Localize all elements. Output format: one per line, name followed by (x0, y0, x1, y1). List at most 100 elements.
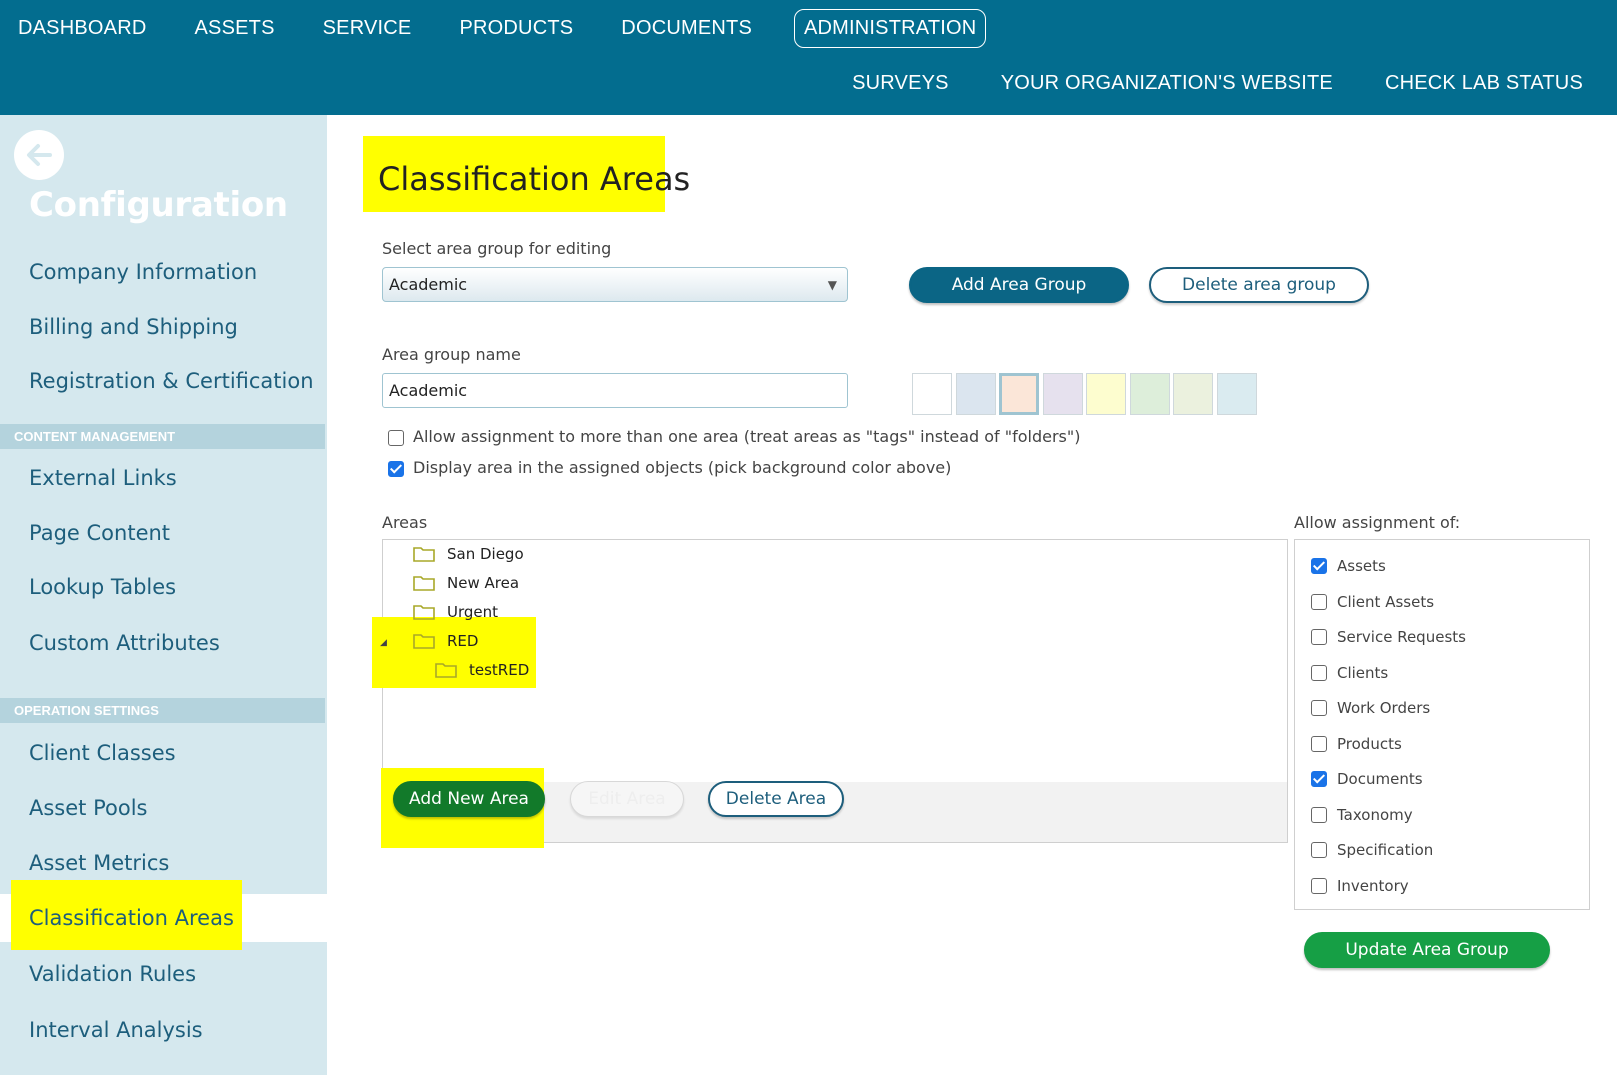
sidebar-item-classification-areas[interactable]: Classification Areas (29, 906, 234, 930)
allow-checkbox[interactable] (1311, 593, 1327, 610)
sidebar-item-validation-rules[interactable]: Validation Rules (0, 949, 327, 999)
allow-checkbox[interactable] (1311, 700, 1327, 716)
color-swatch[interactable] (1173, 373, 1213, 415)
sidebar-item-custom-attributes[interactable]: Custom Attributes (0, 618, 327, 668)
color-swatch[interactable] (1129, 373, 1170, 415)
allow-assignment-label: Allow assignment of: (1294, 513, 1461, 532)
allow-label: Clients (1337, 663, 1389, 682)
allow-label: Service Requests (1337, 628, 1466, 646)
color-swatch[interactable] (1216, 373, 1257, 415)
group-name-input[interactable]: Academic (382, 373, 848, 408)
nav-documents[interactable]: DOCUMENTS (597, 17, 776, 40)
configuration-sidebar: Configuration Company Information Billin… (0, 115, 327, 1075)
sidebar-item-client-classes[interactable]: Client Classes (0, 728, 327, 778)
sidebar-item-company-information[interactable]: Company Information (0, 247, 327, 297)
allow-checkbox[interactable] (1311, 629, 1327, 645)
allow-row-clients[interactable]: Clients (1311, 664, 1388, 682)
allow-label: Assets (1337, 557, 1386, 575)
folder-icon (435, 663, 457, 678)
sidebar-item-lookup-tables[interactable]: Lookup Tables (0, 562, 327, 612)
allow-row-client-assets[interactable]: Client Assets (1311, 593, 1434, 611)
area-group-select[interactable]: Academic ▼ (382, 267, 848, 302)
collapse-triangle-icon[interactable]: ◢ (380, 638, 387, 648)
allow-row-documents[interactable]: Documents (1311, 770, 1423, 788)
color-swatch[interactable] (912, 373, 952, 415)
select-group-label: Select area group for editing (382, 239, 612, 258)
display-area-label: Display area in the assigned objects (pi… (413, 458, 952, 477)
allow-multiple-checkbox[interactable] (388, 430, 404, 446)
section-operation-settings: OPERATION SETTINGS (0, 698, 325, 723)
allow-label: Client Assets (1337, 592, 1435, 611)
edit-area-button[interactable]: Edit Area (570, 781, 684, 817)
nav-administration[interactable]: ADMINISTRATION (793, 8, 987, 48)
allow-row-inventory[interactable]: Inventory (1311, 877, 1409, 895)
sidebar-item-asset-pools[interactable]: Asset Pools (0, 783, 327, 833)
section-content-management: CONTENT MANAGEMENT (0, 424, 325, 449)
folder-icon (413, 547, 435, 562)
allow-row-taxonomy[interactable]: Taxonomy (1311, 806, 1413, 824)
allow-label: Specification (1337, 841, 1434, 859)
sidebar-item-billing-shipping[interactable]: Billing and Shipping (0, 302, 327, 352)
folder-icon (413, 634, 435, 649)
folder-icon (413, 576, 435, 591)
allow-row-service-requests[interactable]: Service Requests (1311, 628, 1466, 646)
allow-label: Documents (1337, 770, 1423, 788)
allow-row-specification[interactable]: Specification (1311, 841, 1433, 859)
allow-checkbox[interactable] (1311, 877, 1327, 894)
allow-checkbox[interactable] (1311, 664, 1327, 681)
nav-check-lab-status[interactable]: CHECK LAB STATUS (1333, 72, 1583, 95)
allow-label: Taxonomy (1337, 805, 1413, 824)
arrow-left-icon (27, 144, 52, 166)
color-swatch[interactable] (1086, 373, 1126, 415)
allow-label: Products (1337, 734, 1402, 753)
color-swatch[interactable] (999, 373, 1039, 415)
area-group-select-value: Academic (389, 275, 468, 294)
nav-products[interactable]: PRODUCTS (435, 17, 597, 40)
add-area-group-button[interactable]: Add Area Group (909, 267, 1129, 303)
nav-organization-website[interactable]: YOUR ORGANIZATION'S WEBSITE (949, 72, 1333, 95)
sidebar-item-registration-certification[interactable]: Registration & Certification (0, 356, 327, 406)
display-area-checkbox[interactable] (388, 461, 404, 477)
main-nav: DASHBOARD ASSETS SERVICE PRODUCTS DOCUME… (0, 8, 987, 48)
tree-item-san-diego[interactable]: San Diego (413, 545, 524, 563)
tree-item-testred[interactable]: testRED (435, 661, 529, 679)
allow-row-work-orders[interactable]: Work Orders (1311, 699, 1430, 717)
caret-down-icon: ▼ (827, 278, 837, 292)
color-swatch[interactable] (1042, 373, 1083, 415)
back-button[interactable] (14, 130, 64, 180)
color-swatch[interactable] (955, 373, 996, 415)
allow-multiple-label: Allow assignment to more than one area (… (413, 427, 1081, 446)
tree-item-red[interactable]: RED (413, 632, 478, 650)
allow-row-products[interactable]: Products (1311, 735, 1402, 753)
page-title: Classification Areas (378, 160, 691, 198)
sidebar-item-external-links[interactable]: External Links (0, 453, 327, 503)
tree-item-urgent[interactable]: Urgent (413, 603, 498, 621)
nav-service[interactable]: SERVICE (299, 17, 436, 40)
allow-checkbox[interactable] (1311, 806, 1327, 823)
allow-checkbox[interactable] (1311, 771, 1327, 787)
sub-nav: SURVEYS YOUR ORGANIZATION'S WEBSITE CHEC… (800, 72, 1583, 95)
nav-dashboard[interactable]: DASHBOARD (0, 17, 171, 40)
main-content: Classification Areas Select area group f… (327, 115, 1617, 1075)
sidebar-item-classification-areas-row[interactable]: Classification Areas (0, 880, 327, 950)
allow-assignment-panel: Assets Client Assets Service Requests Clien… (1294, 539, 1590, 910)
nav-assets[interactable]: ASSETS (171, 17, 299, 40)
sidebar-title: Configuration (29, 185, 288, 225)
allow-label: Work Orders (1337, 699, 1431, 717)
group-name-label: Area group name (382, 345, 521, 364)
update-area-group-button[interactable]: Update Area Group (1304, 932, 1550, 968)
sidebar-item-interval-analysis[interactable]: Interval Analysis (0, 1005, 327, 1055)
sidebar-item-page-content[interactable]: Page Content (0, 508, 327, 558)
allow-checkbox[interactable] (1311, 842, 1327, 858)
allow-checkbox[interactable] (1311, 735, 1327, 752)
add-new-area-button[interactable]: Add New Area (393, 781, 545, 817)
allow-row-assets[interactable]: Assets (1311, 557, 1386, 575)
areas-label: Areas (382, 513, 428, 532)
folder-icon (413, 605, 435, 620)
delete-area-button[interactable]: Delete Area (708, 781, 844, 817)
allow-checkbox[interactable] (1311, 558, 1327, 574)
delete-area-group-button[interactable]: Delete area group (1149, 267, 1369, 303)
tree-item-new-area[interactable]: New Area (413, 574, 519, 592)
top-navigation-bar: DASHBOARD ASSETS SERVICE PRODUCTS DOCUME… (0, 0, 1617, 115)
nav-surveys[interactable]: SURVEYS (800, 72, 949, 95)
